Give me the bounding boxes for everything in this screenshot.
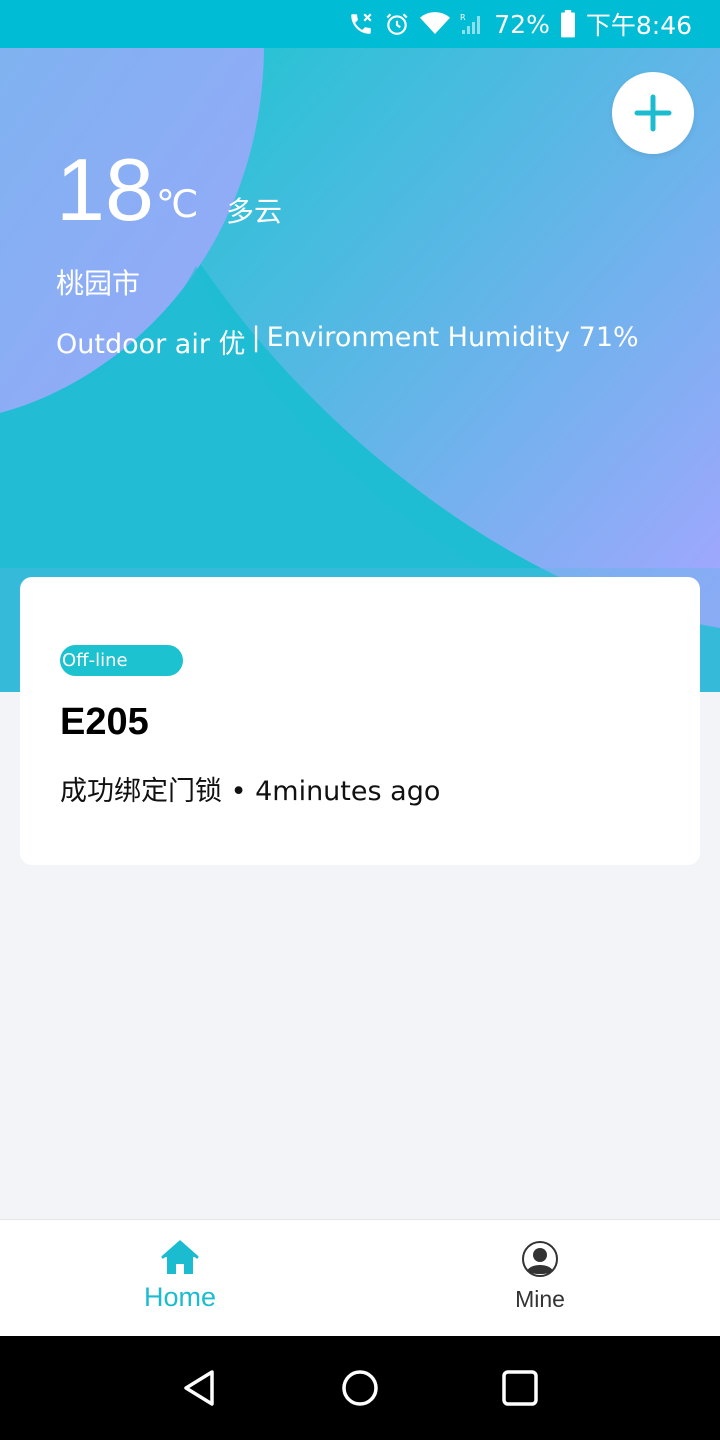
home-system-button[interactable]: [330, 1358, 390, 1418]
battery-icon: [560, 10, 576, 38]
temperature-value: 18: [56, 140, 154, 239]
air-quality-line: Outdoor air 优 | Environment Humidity 71%: [56, 322, 639, 361]
system-navigation-bar: [0, 1336, 720, 1440]
home-circle-icon: [342, 1370, 378, 1406]
add-device-button[interactable]: [612, 72, 694, 154]
recents-square-icon: [502, 1370, 538, 1406]
plus-icon: [634, 94, 672, 132]
status-bar: R 72% 下午8:46: [0, 0, 720, 48]
recents-button[interactable]: [490, 1358, 550, 1418]
outdoor-air-quality: Outdoor air 优: [56, 329, 246, 360]
battery-percent: 72%: [494, 9, 550, 39]
signal-icon: R: [460, 11, 484, 37]
wifi-icon: [420, 11, 451, 37]
svg-text:R: R: [460, 13, 466, 22]
back-triangle-icon: [184, 1370, 214, 1406]
tab-mine-label: Mine: [515, 1286, 565, 1312]
back-button[interactable]: [170, 1358, 230, 1418]
city-name: 桃园市: [56, 267, 141, 300]
environment-humidity: Environment Humidity 71%: [266, 322, 639, 353]
weather-condition: 多云: [226, 195, 283, 228]
bottom-tab-bar: Home Mine: [0, 1219, 720, 1336]
tab-mine[interactable]: Mine: [360, 1220, 720, 1336]
temperature-unit: ℃: [155, 182, 199, 226]
clock: 下午8:46: [585, 11, 692, 40]
call-icon: [348, 11, 374, 37]
device-last-activity: 成功绑定门锁 • 4minutes ago: [60, 776, 441, 807]
device-card[interactable]: Off-line E205 成功绑定门锁 • 4minutes ago: [20, 577, 700, 865]
tab-home-label: Home: [143, 1282, 217, 1312]
device-name: E205: [60, 701, 149, 743]
alarm-icon: [384, 11, 410, 37]
tab-home[interactable]: Home: [0, 1220, 360, 1336]
home-icon: [161, 1240, 199, 1274]
status-badge: Off-line: [60, 645, 183, 676]
user-avatar-icon: [522, 1241, 558, 1277]
separator: |: [251, 322, 261, 353]
temperature-display: 18 ℃: [56, 140, 199, 240]
